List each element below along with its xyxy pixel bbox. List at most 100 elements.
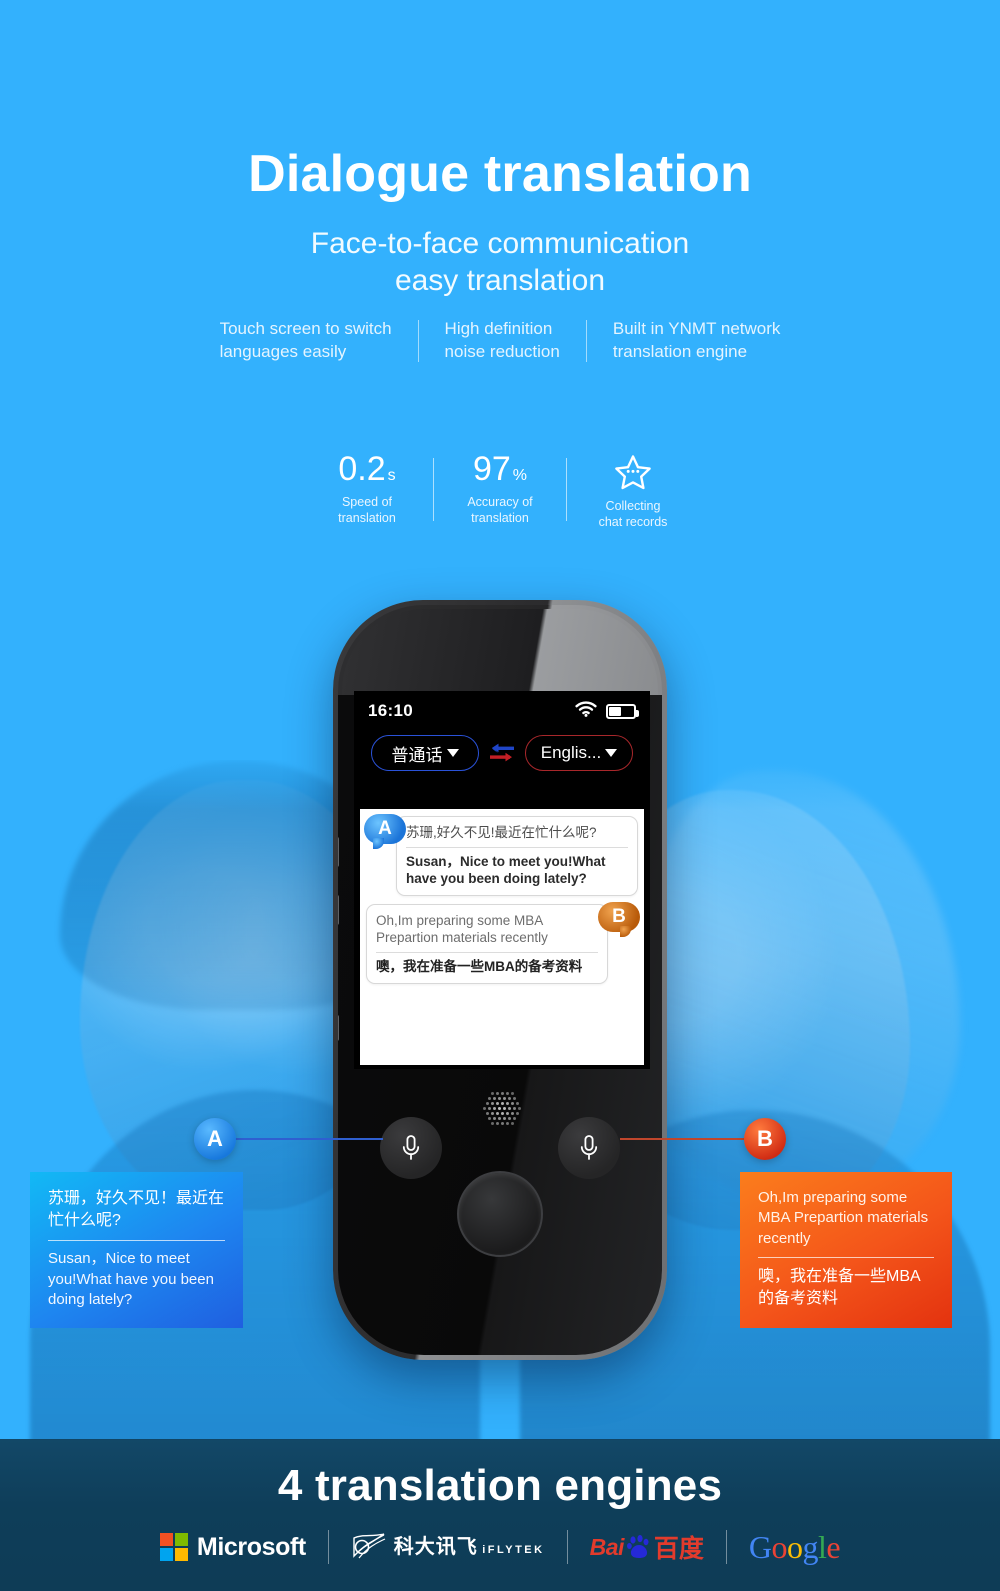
callout-a-chinese: 苏珊，好久不见！最近在忙什么呢? bbox=[48, 1190, 225, 1230]
promo-page: Dialogue translation Face-to-face commun… bbox=[0, 0, 1000, 1591]
feature-3-line-1: Built in YNMT network bbox=[612, 319, 781, 338]
device-side-button-1[interactable] bbox=[338, 837, 339, 867]
chat-b-divider bbox=[376, 952, 598, 953]
chat-message-b: B Oh,Im preparing some MBA Prepartion ma… bbox=[366, 901, 640, 984]
stat-accuracy-caption-1: Accuracy of bbox=[467, 494, 533, 509]
connector-line-a bbox=[228, 1138, 383, 1140]
swap-arrows-icon[interactable] bbox=[488, 741, 516, 765]
callout-b-english: Oh,Im preparing some MBA Prepartion mate… bbox=[758, 1189, 929, 1247]
feature-item-1: Touch screen to switch languages easily bbox=[194, 318, 418, 364]
source-language-label: 普通话 bbox=[391, 745, 443, 765]
stat-speed-caption: Speed of translation bbox=[319, 494, 415, 527]
source-language-selector[interactable]: 普通话 bbox=[371, 735, 479, 771]
chat-a-divider bbox=[406, 846, 628, 848]
banner-title: 4 translation engines bbox=[277, 1461, 723, 1510]
chat-message-a: A 苏珊,好久不见!最近在忙什么呢? Susan，Nice to meet yo… bbox=[364, 814, 638, 896]
mic-icon bbox=[402, 1135, 420, 1160]
mic-button-left[interactable] bbox=[380, 1117, 442, 1179]
stat-divider-1 bbox=[433, 458, 434, 521]
google-label: Google bbox=[748, 1528, 841, 1566]
baidu-latin-label: Bai bbox=[589, 1533, 625, 1560]
translator-device: 16:10 普通话 Englis... A 苏珊,好久不见!最近在忙什么呢? S… bbox=[333, 600, 667, 1360]
feature-1-line-2: languages easily bbox=[219, 341, 347, 361]
stat-speed-value-wrap: 0.2 s bbox=[319, 450, 415, 488]
feature-3-line-2: translation engine bbox=[612, 341, 748, 361]
stat-accuracy-caption-2: translation bbox=[471, 510, 529, 525]
mic-button-right[interactable] bbox=[558, 1117, 620, 1179]
feature-2-line-2: noise reduction bbox=[444, 341, 560, 361]
stat-records-caption-1: Collecting bbox=[605, 499, 661, 513]
stat-speed: 0.2 s Speed of translation bbox=[315, 450, 419, 531]
battery-level-fill bbox=[609, 706, 621, 716]
home-button[interactable] bbox=[457, 1171, 543, 1257]
chat-list[interactable]: A 苏珊,好久不见!最近在忙什么呢? Susan，Nice to meet yo… bbox=[360, 809, 644, 1065]
stat-accuracy-caption: Accuracy of translation bbox=[452, 494, 548, 527]
header: Dialogue translation Face-to-face commun… bbox=[0, 0, 1000, 299]
device-side-button-2[interactable] bbox=[338, 895, 339, 925]
iflytek-english-label: iFLYTEK bbox=[482, 1544, 545, 1556]
page-subtitle: Face-to-face communication easy translat… bbox=[0, 226, 1000, 299]
device-side-button-3[interactable] bbox=[338, 1015, 339, 1041]
stat-records-caption-2: chat records bbox=[598, 515, 668, 530]
stat-accuracy: 97% Accuracy of translation bbox=[448, 450, 552, 531]
chat-bubble-a: 苏珊,好久不见!最近在忙什么呢? Susan，Nice to meet you!… bbox=[396, 816, 638, 896]
logo-iflytek: 科大讯飞 iFLYTEK bbox=[329, 1525, 567, 1569]
chat-b-english: Oh,Im preparing some MBA Prepartion mate… bbox=[376, 912, 548, 946]
google-letter-2: o bbox=[771, 1528, 788, 1565]
chat-a-english: Susan，Nice to meet you!What have you bee… bbox=[406, 853, 606, 887]
status-icons bbox=[575, 700, 639, 722]
logo-google: Google bbox=[727, 1525, 862, 1569]
subtitle-line-1: Face-to-face communication bbox=[310, 227, 690, 260]
language-bar: 普通话 Englis... bbox=[354, 731, 650, 779]
device-shell: 16:10 普通话 Englis... A 苏珊,好久不见!最近在忙什么呢? S… bbox=[338, 605, 662, 1355]
logo-baidu: Bai 百度 bbox=[568, 1525, 726, 1569]
callout-b-divider bbox=[758, 1257, 934, 1259]
stat-accuracy-unit: % bbox=[512, 467, 528, 484]
stat-speed-unit: s bbox=[387, 467, 396, 484]
stat-speed-value: 0.2 bbox=[338, 450, 386, 488]
iflytek-mark-icon bbox=[351, 1532, 387, 1562]
chat-b-chinese: 噢，我在准备一些MBA的备考资料 bbox=[376, 959, 583, 974]
stat-accuracy-value: 97 bbox=[472, 450, 511, 488]
callout-a: 苏珊，好久不见！最近在忙什么呢? Susan，Nice to meet you!… bbox=[30, 1172, 243, 1329]
google-letter-1: G bbox=[748, 1528, 772, 1565]
stat-speed-caption-2: translation bbox=[338, 510, 396, 525]
chat-bubble-b: Oh,Im preparing some MBA Prepartion mate… bbox=[366, 903, 608, 984]
callout-a-english: Susan，Nice to meet you!What have you bee… bbox=[48, 1250, 214, 1308]
callout-b-chinese: 噢，我在准备一些MBA的备考资料 bbox=[758, 1268, 921, 1308]
subtitle-line-2: easy translation bbox=[394, 263, 606, 297]
stat-records-caption: Collecting chat records bbox=[585, 498, 681, 531]
logo-microsoft: Microsoft bbox=[138, 1525, 328, 1569]
page-title: Dialogue translation bbox=[248, 145, 752, 203]
chat-avatar-b: B bbox=[598, 901, 640, 937]
speaker-grille-icon bbox=[478, 1087, 522, 1127]
iflytek-chinese-label: 科大讯飞 bbox=[393, 1536, 478, 1558]
target-language-selector[interactable]: Englis... bbox=[525, 735, 633, 771]
stat-accuracy-value-wrap: 97% bbox=[452, 450, 548, 488]
chevron-down-icon bbox=[446, 749, 459, 757]
stat-speed-caption-1: Speed of bbox=[341, 494, 393, 509]
stat-records: Collecting chat records bbox=[581, 452, 685, 531]
status-bar: 16:10 bbox=[354, 691, 650, 731]
feature-list: Touch screen to switch languages easily … bbox=[0, 318, 1000, 364]
engine-logos: Microsoft 科大讯飞 iFLYTEK Bai 百度 Google bbox=[0, 1525, 1000, 1569]
status-clock: 16:10 bbox=[368, 701, 413, 720]
chevron-down-icon bbox=[605, 749, 618, 757]
microsoft-label: Microsoft bbox=[196, 1532, 306, 1561]
chat-avatar-a: A bbox=[364, 814, 406, 849]
baidu-paw-icon bbox=[626, 1534, 652, 1560]
baidu-chinese-label: 百度 bbox=[653, 1535, 704, 1563]
google-letter-4: g bbox=[802, 1528, 819, 1565]
mic-icon bbox=[580, 1135, 598, 1160]
star-icon bbox=[585, 452, 681, 492]
google-letter-6: e bbox=[826, 1528, 841, 1565]
callout-b: Oh,Im preparing some MBA Prepartion mate… bbox=[740, 1172, 952, 1329]
microsoft-squares-icon bbox=[159, 1533, 188, 1561]
callout-badge-a: A bbox=[194, 1118, 236, 1160]
feature-item-3: Built in YNMT network translation engine bbox=[587, 318, 807, 364]
wifi-icon bbox=[575, 700, 597, 722]
feature-1-line-1: Touch screen to switch bbox=[219, 319, 392, 338]
device-screen: 16:10 普通话 Englis... A 苏珊,好久不见!最近在忙什么呢? S… bbox=[354, 691, 650, 1069]
feature-2-line-1: High definition bbox=[444, 319, 553, 338]
battery-icon bbox=[606, 703, 639, 719]
